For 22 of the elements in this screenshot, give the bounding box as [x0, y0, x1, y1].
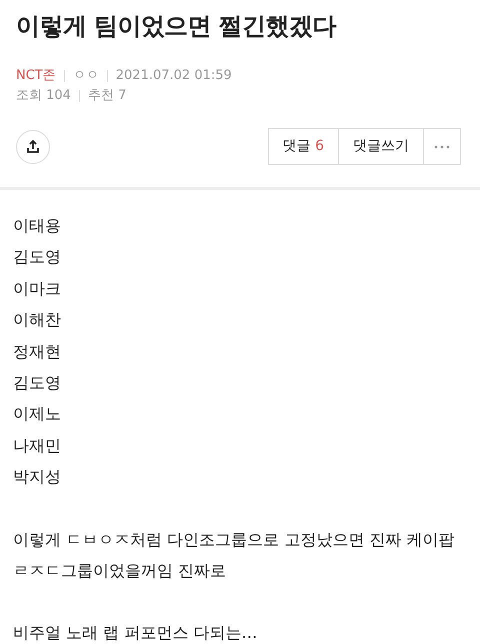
body-paragraph: 이렇게 ㄷㅂㅇㅈ처럼 다인조그룹으로 고정났으면 진짜 케이팝 ㄹㅈㄷ그룹이었을꺼임 진짜로: [13, 528, 456, 582]
member-name: 이제노: [13, 403, 62, 426]
share-button[interactable]: [16, 130, 50, 164]
member-name: 이태용: [13, 215, 62, 237]
write-comment-button[interactable]: 댓글쓰기: [339, 129, 424, 164]
view-count: 조회 104: [16, 87, 71, 105]
body-paragraph: 비주얼 노래 랩 퍼포먼스 다되는…: [13, 622, 258, 644]
member-name: 나재민: [13, 434, 62, 457]
comments-button[interactable]: 댓글 6: [268, 129, 339, 164]
post-title: 이렇게 팀이었으면 쩔긴했겠다: [16, 11, 338, 42]
more-icon: [434, 144, 450, 148]
member-name: 이마크: [13, 278, 62, 300]
member-name: 김도영: [13, 246, 62, 268]
author-name: ㅇㅇ: [72, 67, 99, 85]
recommend-count: 추천 7: [88, 87, 126, 105]
share-icon: [25, 138, 41, 154]
member-name: 박지성: [13, 466, 62, 488]
member-name: 김도영: [13, 372, 62, 394]
post-date: 2021.07.02 01:59: [116, 67, 232, 85]
board-name[interactable]: NCT존: [16, 66, 56, 86]
member-name: 이해찬: [13, 309, 62, 332]
member-name: 정재현: [13, 340, 62, 363]
